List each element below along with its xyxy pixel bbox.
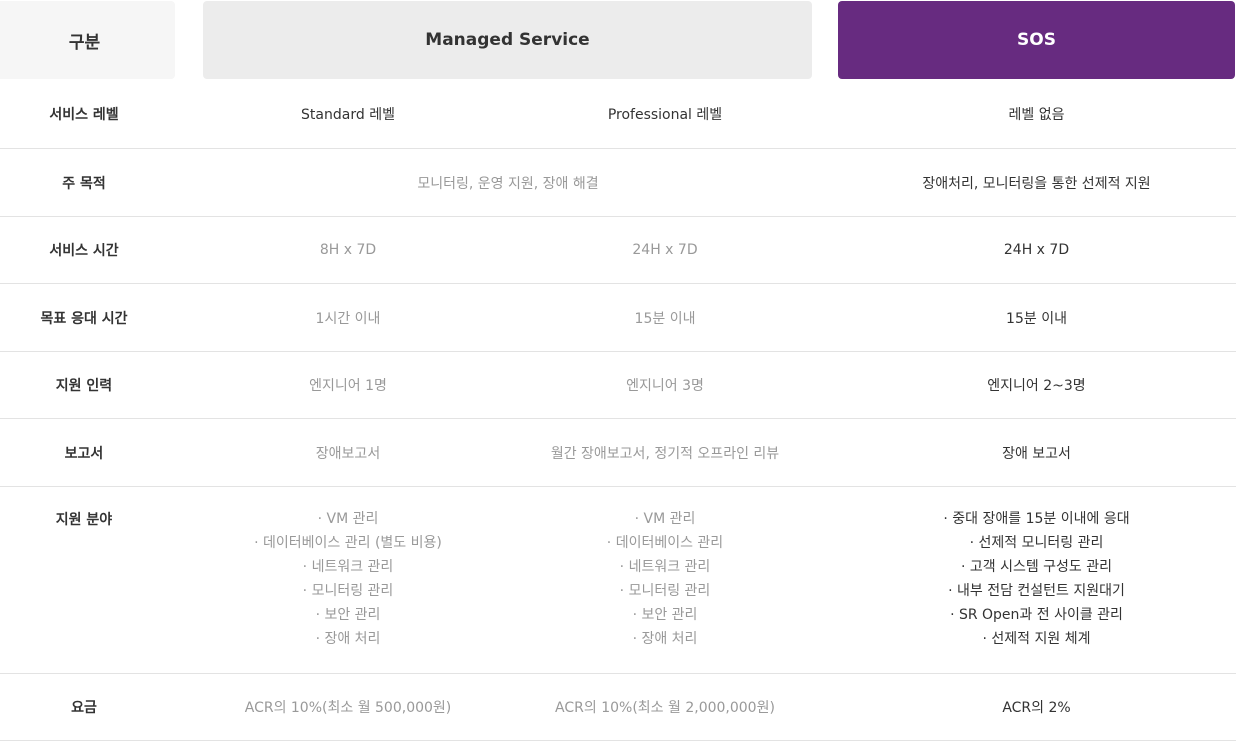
list-item: · 선제적 모니터링 관리 xyxy=(969,535,1104,551)
row-label: 지원 분야 xyxy=(55,512,113,528)
list-item: · 네트워크 관리 xyxy=(302,559,394,575)
header-sos: SOS xyxy=(838,1,1235,79)
table-row-pricing: 요금 ACR의 10%(최소 월 500,000원) ACR의 10%(최소 월… xyxy=(0,674,1236,741)
row-label: 지원 인력 xyxy=(55,378,113,394)
list-item: · 보안 관리 xyxy=(632,607,698,623)
sos-cell: 레벨 없음 xyxy=(1008,107,1065,123)
row-label: 서비스 시간 xyxy=(49,243,119,259)
table-row-response-time: 목표 응대 시간 1시간 이내 15분 이내 15분 이내 xyxy=(0,284,1236,352)
standard-cell: 엔지니어 1명 xyxy=(309,378,387,394)
sos-list: · 중대 장애를 15분 이내에 응대 · 선제적 모니터링 관리 · 고객 시… xyxy=(838,487,1235,673)
table-row-support-areas: 지원 분야 · VM 관리 · 데이터베이스 관리 (별도 비용) · 네트워크… xyxy=(0,487,1236,674)
professional-cell: Professional 레벨 xyxy=(607,107,723,123)
standard-cell: ACR의 10%(최소 월 500,000원) xyxy=(244,700,452,716)
managed-cell: 모니터링, 운영 지원, 장애 해결 xyxy=(417,175,599,192)
list-item: · 장애 처리 xyxy=(632,631,698,647)
header-category: 구분 xyxy=(0,1,175,79)
table-row-report: 보고서 장애보고서 월간 장애보고서, 정기적 오프라인 리뷰 장애 보고서 xyxy=(0,419,1236,487)
table-row-main-purpose: 주 목적 모니터링, 운영 지원, 장애 해결 장애처리, 모니터링을 통한 선… xyxy=(0,149,1236,217)
row-label: 요금 xyxy=(71,700,97,716)
row-label: 목표 응대 시간 xyxy=(40,310,128,327)
list-item: · 모니터링 관리 xyxy=(619,583,711,599)
list-item: · 장애 처리 xyxy=(315,631,381,647)
professional-cell: 엔지니어 3명 xyxy=(626,378,704,394)
professional-list: · VM 관리 · 데이터베이스 관리 · 네트워크 관리 · 모니터링 관리 … xyxy=(515,487,815,673)
list-item: · 선제적 지원 체계 xyxy=(982,631,1091,647)
professional-cell: 15분 이내 xyxy=(634,310,696,327)
row-label: 보고서 xyxy=(64,445,104,462)
sos-cell: 장애 보고서 xyxy=(1002,445,1071,462)
list-item: · 데이터베이스 관리 (별도 비용) xyxy=(254,535,442,551)
sos-cell: 엔지니어 2~3명 xyxy=(987,378,1086,394)
list-item: · 네트워크 관리 xyxy=(619,559,711,575)
standard-list: · VM 관리 · 데이터베이스 관리 (별도 비용) · 네트워크 관리 · … xyxy=(208,487,488,673)
list-item: · SR Open과 전 사이클 관리 xyxy=(950,607,1123,623)
sos-cell: ACR의 2% xyxy=(1002,700,1071,716)
header-managed-service: Managed Service xyxy=(203,1,812,79)
list-item: · 보안 관리 xyxy=(315,607,381,623)
sos-cell: 장애처리, 모니터링을 통한 선제적 지원 xyxy=(922,175,1151,192)
standard-cell: 1시간 이내 xyxy=(315,310,381,327)
professional-cell: ACR의 10%(최소 월 2,000,000원) xyxy=(555,700,775,716)
standard-cell: 장애보고서 xyxy=(315,445,381,462)
list-item: · 고객 시스템 구성도 관리 xyxy=(960,559,1113,575)
row-label: 주 목적 xyxy=(62,175,106,192)
list-item: · 모니터링 관리 xyxy=(302,583,394,599)
list-item: · VM 관리 xyxy=(317,511,379,527)
table-row-service-hours: 서비스 시간 8H x 7D 24H x 7D 24H x 7D xyxy=(0,217,1236,284)
standard-cell: 8H x 7D xyxy=(319,242,377,258)
sos-cell: 24H x 7D xyxy=(1003,242,1070,258)
list-item: · VM 관리 xyxy=(634,511,696,527)
professional-cell: 월간 장애보고서, 정기적 오프라인 리뷰 xyxy=(550,445,780,462)
list-item: · 데이터베이스 관리 xyxy=(606,535,724,551)
row-label: 서비스 레벨 xyxy=(49,107,119,123)
standard-cell: Standard 레벨 xyxy=(301,107,395,123)
professional-cell: 24H x 7D xyxy=(632,242,698,258)
list-item: · 내부 전담 컨설턴트 지원대기 xyxy=(948,583,1125,599)
sos-cell: 15분 이내 xyxy=(1006,310,1067,327)
table-row-service-level: 서비스 레벨 Standard 레벨 Professional 레벨 레벨 없음 xyxy=(0,80,1236,149)
list-item: · 중대 장애를 15분 이내에 응대 xyxy=(943,511,1130,527)
table-row-support-staff: 지원 인력 엔지니어 1명 엔지니어 3명 엔지니어 2~3명 xyxy=(0,352,1236,419)
